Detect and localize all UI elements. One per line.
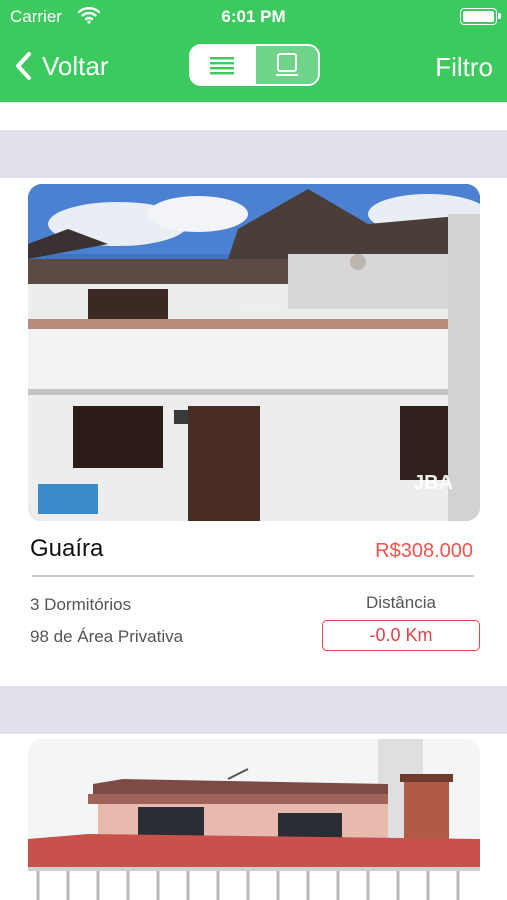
listing-price: R$308.000	[375, 540, 473, 562]
section-separator	[0, 686, 507, 734]
navigation-bar: Voltar Filtro	[0, 34, 507, 102]
listing-card[interactable]: JBA Guaíra R$308.000 3 Dormitórios 98 de…	[0, 178, 507, 686]
battery-icon	[460, 8, 501, 25]
card-icon	[275, 53, 298, 76]
app-header: Carrier 6:01 PM Voltar Filtro	[0, 0, 507, 102]
status-time: 6:01 PM	[221, 7, 286, 26]
divider	[32, 575, 474, 577]
distance-value: -0.0 Km	[322, 620, 480, 651]
watermark-logo: JBA	[413, 472, 453, 494]
list-view-button[interactable]	[191, 46, 254, 84]
house-image: JBA	[28, 184, 480, 521]
back-button[interactable]: Voltar	[12, 48, 109, 84]
listing-list[interactable]: JBA Guaíra R$308.000 3 Dormitórios 98 de…	[0, 102, 507, 900]
card-view-button[interactable]	[253, 46, 318, 84]
filter-button[interactable]: Filtro	[435, 52, 493, 83]
listing-card[interactable]	[0, 734, 507, 900]
property-photo	[28, 739, 480, 900]
property-photo: JBA	[28, 184, 480, 521]
view-toggle	[189, 44, 320, 86]
distance-label: Distância	[366, 593, 436, 612]
list-icon	[210, 57, 235, 75]
back-label: Voltar	[42, 50, 109, 81]
area-label: 98 de Área Privativa	[30, 627, 184, 646]
bedrooms-label: 3 Dormitórios	[30, 595, 132, 614]
status-bar: Carrier 6:01 PM	[0, 0, 507, 34]
section-separator	[0, 130, 507, 178]
chevron-left-icon	[16, 52, 31, 80]
house-image	[28, 739, 480, 900]
listing-title: Guaíra	[30, 535, 104, 562]
